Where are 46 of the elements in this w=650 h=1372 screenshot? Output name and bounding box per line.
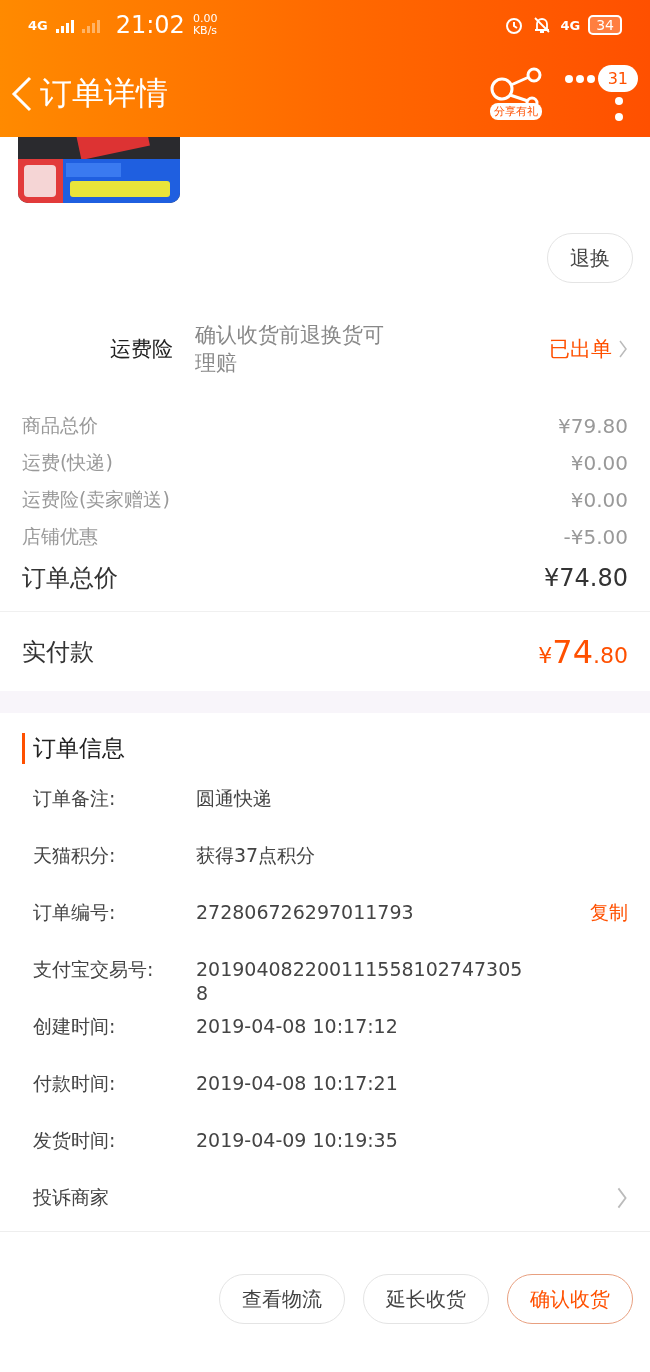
info-value: 2019-04-09 10:19:35 [196, 1128, 399, 1152]
info-label: 创建时间: [33, 1014, 117, 1039]
paid-label: 实付款 [22, 636, 94, 668]
info-label: 订单备注: [33, 786, 117, 811]
total-value: ¥74.80 [544, 564, 628, 592]
info-label: 发货时间: [33, 1128, 117, 1153]
battery-icon: 34 [588, 15, 622, 35]
refund-button[interactable]: 退换 [547, 233, 633, 283]
insurance-description: 确认收货前退换货可理赔 [195, 322, 385, 377]
action-button[interactable]: 延长收货 [363, 1274, 489, 1324]
paid-amount: ¥74.80 [538, 632, 628, 671]
action-button[interactable]: 查看物流 [219, 1274, 345, 1324]
price-value: ¥0.00 [570, 450, 628, 475]
insurance-label: 运费险 [110, 336, 173, 363]
info-value: 2019-04-08 10:17:21 [196, 1071, 399, 1095]
price-value: ¥0.00 [570, 487, 628, 512]
network-label: 4G [560, 17, 581, 33]
net-speed-unit: KB/s [192, 25, 218, 37]
more-icon[interactable] [614, 96, 624, 122]
network-label: 4G [28, 17, 48, 33]
info-value: 272806726297011793 [196, 900, 415, 924]
message-count-badge: 31 [597, 65, 638, 92]
info-value: 获得37点积分 [196, 843, 317, 867]
total-label: 订单总价 [22, 563, 118, 594]
price-label: 商品总价 [22, 412, 98, 438]
info-value: 2019040822001115581027473058 [196, 957, 524, 1005]
chevron-icon [618, 339, 628, 359]
info-label: 付款时间: [33, 1071, 117, 1096]
ellipsis-icon[interactable] [563, 73, 596, 84]
info-value: 2019-04-08 10:17:12 [196, 1014, 399, 1038]
info-value: 圆通快递 [196, 786, 273, 810]
net-speed: 0.00 [192, 13, 218, 25]
price-value: ¥79.80 [558, 413, 628, 438]
price-label: 运费险(卖家赠送) [22, 486, 170, 512]
alarm-icon [504, 15, 525, 35]
price-value: -¥5.00 [563, 524, 628, 549]
info-label: 支付宝交易号: [33, 957, 155, 982]
price-label: 店铺优惠 [22, 523, 98, 549]
complaint-link[interactable]: 投诉商家 [33, 1185, 109, 1211]
chevron-icon [616, 1186, 628, 1210]
page-title: 订单详情 [40, 72, 168, 114]
price-label: 运费(快递) [22, 449, 113, 475]
clock-time: 21:02 [115, 11, 185, 39]
section-title: 订单信息 [22, 733, 628, 764]
info-label: 天猫积分: [33, 843, 117, 868]
info-label: 订单编号: [33, 900, 117, 925]
